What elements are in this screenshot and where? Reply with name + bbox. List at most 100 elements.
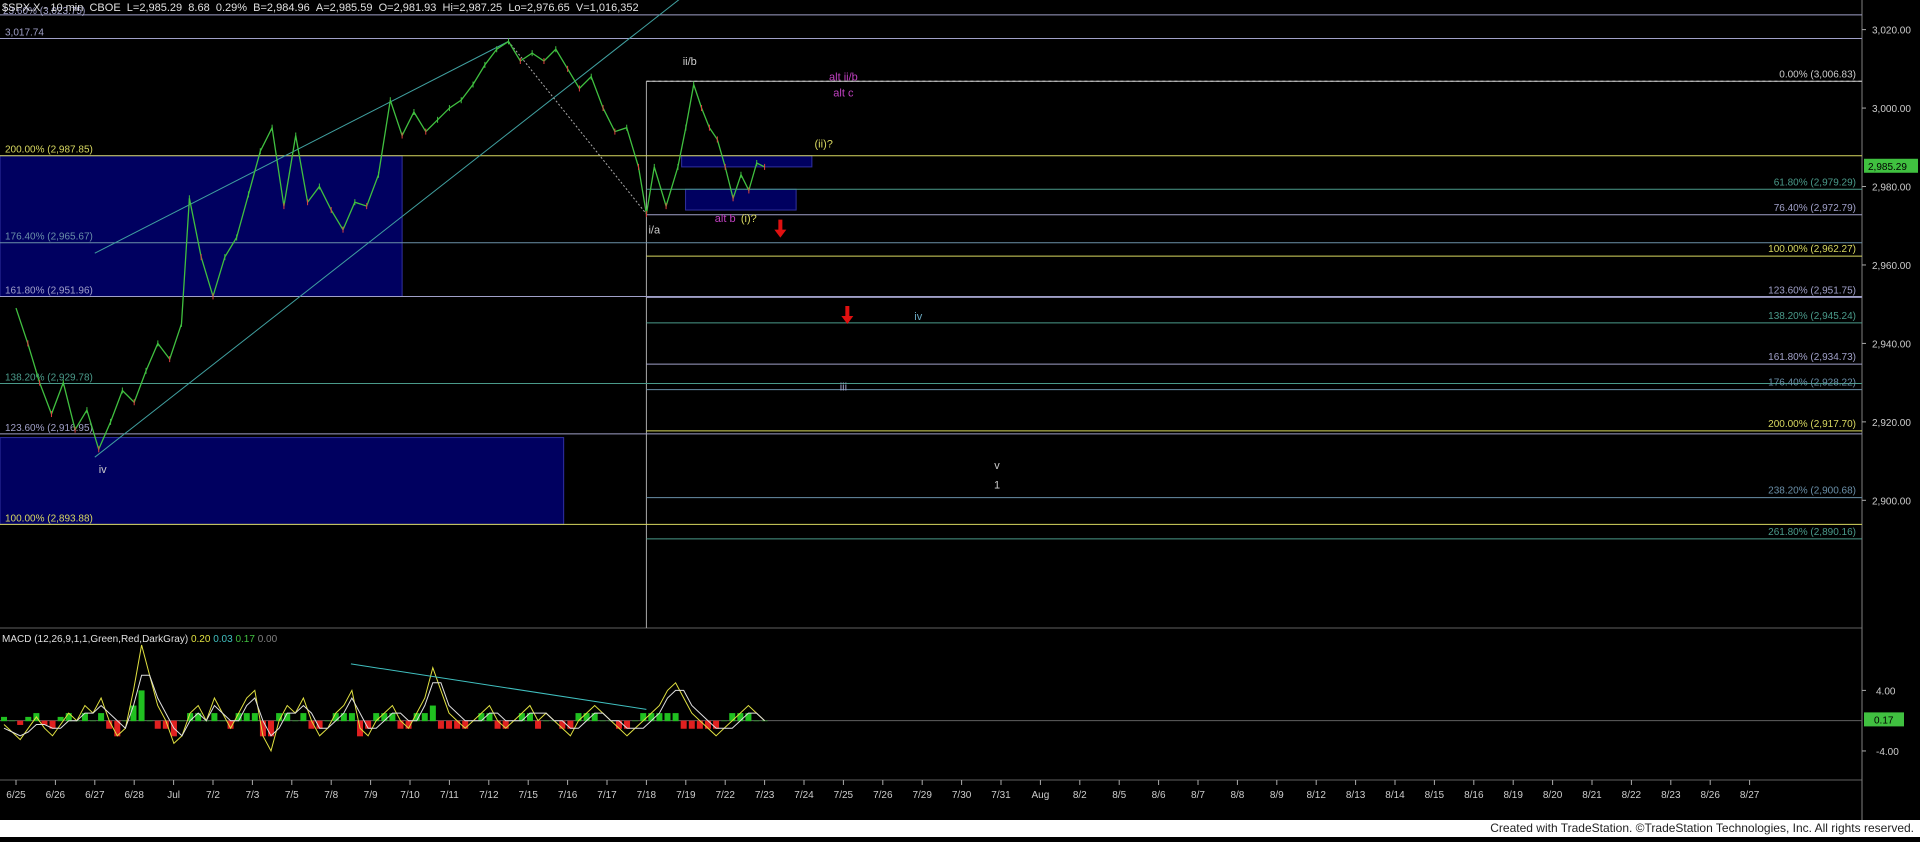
date-tick-label: 7/24 xyxy=(794,790,814,801)
net-change: 8.68 xyxy=(188,2,210,14)
price-tick-label: 2,940.00 xyxy=(1872,339,1911,350)
date-tick-label: 8/6 xyxy=(1152,790,1166,801)
level-label-right: 200.00% (2,917.70) xyxy=(1768,419,1856,430)
wave-label: (i)? xyxy=(741,213,757,225)
macd-hist-bar xyxy=(9,720,16,722)
macd-hist-bar xyxy=(437,720,444,729)
date-tick-label: Jul xyxy=(167,790,180,801)
macd-header: MACD (12,26,9,1,1,Green,Red,DarkGray) 0.… xyxy=(2,634,277,645)
date-tick-label: 8/5 xyxy=(1112,790,1126,801)
macd-last-label: 0.17 xyxy=(1874,715,1894,726)
interval[interactable]: 10 min xyxy=(50,2,83,14)
wave-label: v xyxy=(994,460,1000,472)
date-tick-label: 8/8 xyxy=(1230,790,1244,801)
macd-tick-label: 4.00 xyxy=(1876,686,1896,697)
macd-hist-bar xyxy=(454,720,461,729)
price-tick-label: 2,920.00 xyxy=(1872,418,1911,429)
date-tick-label: 7/12 xyxy=(479,790,499,801)
macd-title[interactable]: MACD (12,26,9,1,1,Green,Red,DarkGray) xyxy=(2,634,188,645)
exchange: CBOE xyxy=(89,2,121,14)
shaded-zone xyxy=(685,188,797,211)
macd-hist-bar xyxy=(583,713,590,722)
level-label-right: 238.20% (2,900.68) xyxy=(1768,486,1856,497)
last-price: L=2,985.29 xyxy=(126,2,183,14)
macd-hist-bar xyxy=(17,720,24,725)
macd-hist-bar xyxy=(195,713,202,722)
date-tick-label: 7/29 xyxy=(912,790,932,801)
date-tick-label: 8/13 xyxy=(1346,790,1366,801)
wave-label: (ii)? xyxy=(815,138,833,150)
level-label-left: 123.60% (2,916.95) xyxy=(5,423,93,434)
wave-label: iii xyxy=(840,381,847,393)
quote-header: $SPX.X - 10 min CBOE L=2,985.29 8.68 0.2… xyxy=(2,2,639,14)
macd-hist-bar xyxy=(591,713,598,722)
macd-hist-bar xyxy=(219,720,226,722)
macd-hist-bar xyxy=(389,713,396,722)
date-tick-label: 8/22 xyxy=(1622,790,1642,801)
macd-hist-bar xyxy=(761,720,768,722)
macd-hist-bar xyxy=(672,713,679,722)
macd-hist-bar xyxy=(138,690,145,722)
macd-hist-bar xyxy=(648,713,655,722)
macd-hist-bar xyxy=(1,716,7,722)
macd-hist-bar xyxy=(656,713,663,722)
date-tick-label: 8/14 xyxy=(1385,790,1405,801)
level-label-left: 100.00% (2,893.88) xyxy=(5,513,93,524)
pct-change: 0.29% xyxy=(215,2,248,14)
macd-hist-bar xyxy=(130,705,137,722)
price-chart[interactable]: 3,017.74 200.00% (2,987.85) 176.40% (2,965… xyxy=(0,0,1920,837)
volume: V=1,016,352 xyxy=(575,2,639,14)
macd-hist-bar xyxy=(251,713,258,722)
macd-hist-bar xyxy=(340,713,347,722)
wave-label: ii/b xyxy=(683,56,697,68)
date-tick-label: 8/27 xyxy=(1740,790,1760,801)
macd-hist-bar xyxy=(446,720,453,729)
date-tick-label: 8/15 xyxy=(1425,790,1445,801)
macd-hist-bar xyxy=(721,720,728,722)
price-tick-label: 2,960.00 xyxy=(1872,261,1911,272)
macd-tick-label: -4.00 xyxy=(1876,747,1899,758)
level-label-left: 3,017.74 xyxy=(5,27,44,38)
level-label-left: 161.80% (2,951.96) xyxy=(5,286,93,297)
level-label-right: 138.20% (2,945.24) xyxy=(1768,311,1856,322)
macd-hist-bar xyxy=(179,720,186,722)
macd-signal-value: 0.03 xyxy=(213,634,233,645)
date-tick-label: 7/16 xyxy=(558,790,578,801)
date-tick-label: 7/9 xyxy=(364,790,378,801)
macd-hist-bar xyxy=(486,713,493,722)
macd-hist-bar xyxy=(518,713,525,722)
shaded-zone xyxy=(0,155,403,298)
level-label-left: 138.20% (2,929.78) xyxy=(5,373,93,384)
macd-hist-bar xyxy=(373,713,380,722)
macd-zero-value: 0.00 xyxy=(257,634,278,645)
wave-label: iv xyxy=(914,311,922,323)
macd-hist-bar xyxy=(381,713,388,722)
date-tick-label: 8/26 xyxy=(1700,790,1720,801)
macd-hist-bar xyxy=(421,713,428,722)
level-label-right: 76.40% (2,972.79) xyxy=(1774,203,1856,214)
date-tick-label: 6/25 xyxy=(6,790,26,801)
macd-hist-bar xyxy=(397,720,404,729)
macd-hist-bar xyxy=(745,713,752,722)
date-tick-label: 8/19 xyxy=(1503,790,1523,801)
level-label-right: 261.80% (2,890.16) xyxy=(1768,527,1856,538)
macd-hist-bar xyxy=(535,720,542,729)
date-tick-label: 8/7 xyxy=(1191,790,1205,801)
macd-hist-bar xyxy=(429,705,436,722)
wave-label: alt c xyxy=(833,87,854,99)
macd-hist-bar xyxy=(624,720,631,729)
macd-hist-bar xyxy=(292,720,299,722)
date-tick-label: 8/2 xyxy=(1073,790,1087,801)
macd-hist-bar xyxy=(664,713,671,722)
date-tick-label: 6/28 xyxy=(124,790,144,801)
date-tick-label: 7/18 xyxy=(637,790,657,801)
ask: A=2,985.59 xyxy=(315,2,373,14)
macd-hist-value: 0.17 xyxy=(235,634,255,645)
date-tick-label: 7/3 xyxy=(245,790,259,801)
symbol[interactable]: $SPX.X xyxy=(2,2,41,14)
macd-hist-bar xyxy=(688,720,695,729)
date-tick-label: 7/15 xyxy=(518,790,538,801)
macd-hist-bar xyxy=(146,720,153,722)
shaded-zone xyxy=(681,155,813,168)
macd-hist-bar xyxy=(348,713,355,722)
